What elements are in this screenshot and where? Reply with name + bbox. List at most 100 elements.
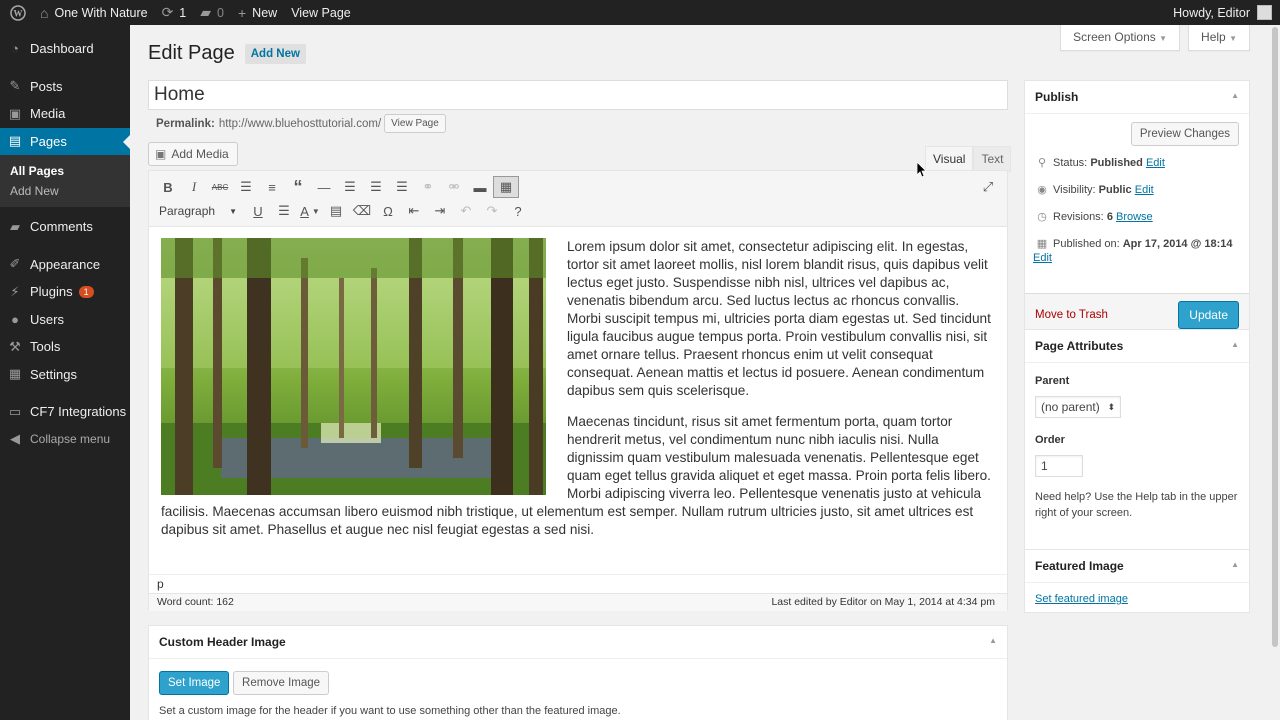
page-attributes-box: Page Attributes ▲ Parent (no parent) ⬍ Ord…: [1024, 329, 1250, 555]
set-image-button[interactable]: Set Image: [159, 671, 230, 695]
align-center-icon[interactable]: ☰: [363, 176, 389, 198]
view-page-link[interactable]: View Page: [284, 0, 358, 25]
redo-icon[interactable]: ↷: [479, 200, 505, 222]
strikethrough-icon[interactable]: ABC: [207, 176, 233, 198]
revisions-value: 6: [1106, 210, 1113, 223]
comments-link[interactable]: ▰ 0: [193, 0, 231, 25]
publish-title[interactable]: Publish ▲: [1025, 81, 1249, 114]
screen-meta-tabs: Screen Options ▼ Help ▼: [1060, 25, 1250, 51]
sidebar-item-pages[interactable]: ▤ Pages: [0, 127, 130, 155]
update-button[interactable]: Update: [1178, 301, 1239, 329]
edit-visibility-link[interactable]: Edit: [1135, 184, 1154, 196]
bold-icon[interactable]: B: [155, 176, 181, 198]
tab-text[interactable]: Text: [973, 146, 1012, 172]
order-input[interactable]: 1: [1035, 455, 1083, 477]
eye-icon: ◉: [1037, 184, 1047, 196]
editor-body[interactable]: Lorem ipsum dolor sit amet, consectetur …: [149, 227, 1007, 567]
collapse-arrow-icon[interactable]: ▲: [989, 636, 997, 645]
sidebar-item-dashboard[interactable]: ◔ Dashboard: [0, 35, 130, 62]
unlink-icon[interactable]: ⚮: [441, 176, 467, 198]
sidebar-item-appearance[interactable]: ✐ Appearance: [0, 251, 130, 278]
paste-text-icon[interactable]: ▤: [323, 200, 349, 222]
sidebar-item-label: Settings: [30, 366, 77, 382]
sidebar-item-posts[interactable]: ✎ Posts: [0, 73, 130, 100]
link-icon[interactable]: ⚭: [415, 176, 441, 198]
sidebar-item-label: Media: [30, 106, 66, 121]
text-color-icon[interactable]: A ▼: [297, 200, 323, 222]
sidebar-item-label: Pages: [30, 133, 67, 149]
sidebar-item-comments[interactable]: ▰ Comments: [0, 213, 130, 240]
browse-revisions-link[interactable]: Browse: [1116, 211, 1153, 223]
scrollbar-thumb[interactable]: [1272, 27, 1278, 647]
preview-changes-button[interactable]: Preview Changes: [1130, 122, 1239, 146]
edit-status-link[interactable]: Edit: [1146, 157, 1165, 169]
permalink-url[interactable]: http://www.bluehosttutorial.com/: [219, 118, 381, 130]
pin-icon: ✎: [9, 78, 21, 93]
parent-label: Parent: [1035, 375, 1070, 387]
screen-options-button[interactable]: Screen Options ▼: [1060, 25, 1181, 51]
collapse-arrow-icon[interactable]: ▲: [1231, 560, 1239, 569]
blockquote-icon[interactable]: “: [285, 176, 311, 198]
read-more-icon[interactable]: ▬: [467, 176, 493, 198]
parent-select[interactable]: (no parent) ⬍: [1035, 396, 1121, 418]
svg-text:W: W: [14, 8, 23, 18]
sidebar-item-label: Tools: [30, 339, 61, 354]
page-attributes-title-label: Page Attributes: [1035, 339, 1124, 353]
forest-image[interactable]: [161, 238, 546, 495]
new-content-link[interactable]: + New: [231, 0, 284, 25]
move-to-trash-link[interactable]: Move to Trash: [1035, 309, 1108, 321]
order-label: Order: [1035, 434, 1065, 446]
tab-visual[interactable]: Visual: [925, 146, 974, 172]
custom-header-title[interactable]: Custom Header Image ▲: [149, 626, 1007, 659]
set-featured-image-link[interactable]: Set featured image: [1035, 593, 1128, 605]
bullet-list-icon[interactable]: ☰: [233, 176, 259, 198]
help-button[interactable]: Help ▼: [1188, 25, 1250, 51]
italic-icon[interactable]: I: [181, 176, 207, 198]
clear-formatting-icon[interactable]: ⌫: [349, 200, 375, 222]
site-name-link[interactable]: ⌂ One With Nature: [33, 0, 155, 25]
sidebar-item-cf7-integrations[interactable]: ▭ CF7 Integrations: [0, 398, 130, 425]
sidebar-item-users[interactable]: ● Users: [0, 306, 130, 333]
special-character-icon[interactable]: Ω: [375, 200, 401, 222]
justify-icon[interactable]: ☰: [271, 200, 297, 222]
toolbar-row-2: Paragraph ▼ U ☰ A ▼ ▤ ⌫ Ω ⇤ ⇥ ↶ ↷ ?: [155, 200, 531, 222]
outdent-icon[interactable]: ⇤: [401, 200, 427, 222]
underline-icon[interactable]: U: [245, 200, 271, 222]
featured-image-title[interactable]: Featured Image ▲: [1025, 550, 1249, 583]
help-label: Help: [1201, 30, 1226, 44]
collapse-arrow-icon[interactable]: ▲: [1231, 91, 1239, 100]
sidebar-item-media[interactable]: ▣ Media: [0, 100, 130, 127]
post-title-input[interactable]: Home: [148, 80, 1008, 110]
indent-icon[interactable]: ⇥: [427, 200, 453, 222]
remove-image-button[interactable]: Remove Image: [233, 671, 330, 695]
sidebar-item-tools[interactable]: ⚒ Tools: [0, 333, 130, 360]
submenu-all-pages[interactable]: All Pages: [0, 161, 130, 181]
collapse-menu-button[interactable]: ◀ Collapse menu: [0, 426, 130, 453]
updates-count: 1: [179, 5, 187, 20]
undo-icon[interactable]: ↶: [453, 200, 479, 222]
refresh-icon: ⟳: [161, 4, 174, 20]
wordpress-logo-icon[interactable]: W: [3, 0, 33, 25]
submenu-add-new[interactable]: Add New: [0, 181, 130, 201]
updates-link[interactable]: ⟳ 1: [155, 0, 194, 25]
align-right-icon[interactable]: ☰: [389, 176, 415, 198]
view-page-button[interactable]: View Page: [384, 114, 446, 133]
sidebar-item-label: Appearance: [30, 256, 101, 272]
account-menu[interactable]: Howdy, Editor: [1166, 0, 1280, 25]
fullscreen-icon[interactable]: ⤢: [975, 176, 1001, 198]
edit-date-link[interactable]: Edit: [1033, 252, 1052, 264]
sidebar-item-plugins[interactable]: ⚡ Plugins 1: [0, 278, 130, 305]
add-new-page-button[interactable]: Add New: [244, 43, 306, 64]
page-attributes-title[interactable]: Page Attributes ▲: [1025, 330, 1249, 363]
collapse-arrow-icon[interactable]: ▲: [1231, 340, 1239, 349]
help-icon[interactable]: ?: [505, 200, 531, 222]
page-scrollbar[interactable]: [1270, 25, 1280, 720]
screen-options-label: Screen Options: [1073, 30, 1156, 44]
add-media-button[interactable]: ▣ Add Media: [148, 142, 238, 166]
align-left-icon[interactable]: ☰: [337, 176, 363, 198]
format-select[interactable]: Paragraph ▼: [155, 201, 241, 221]
toolbar-toggle-icon[interactable]: ▦: [493, 176, 519, 198]
sidebar-item-settings[interactable]: ▦ Settings: [0, 361, 130, 388]
numbered-list-icon[interactable]: ≡: [259, 176, 285, 198]
horizontal-rule-icon[interactable]: —: [311, 176, 337, 198]
